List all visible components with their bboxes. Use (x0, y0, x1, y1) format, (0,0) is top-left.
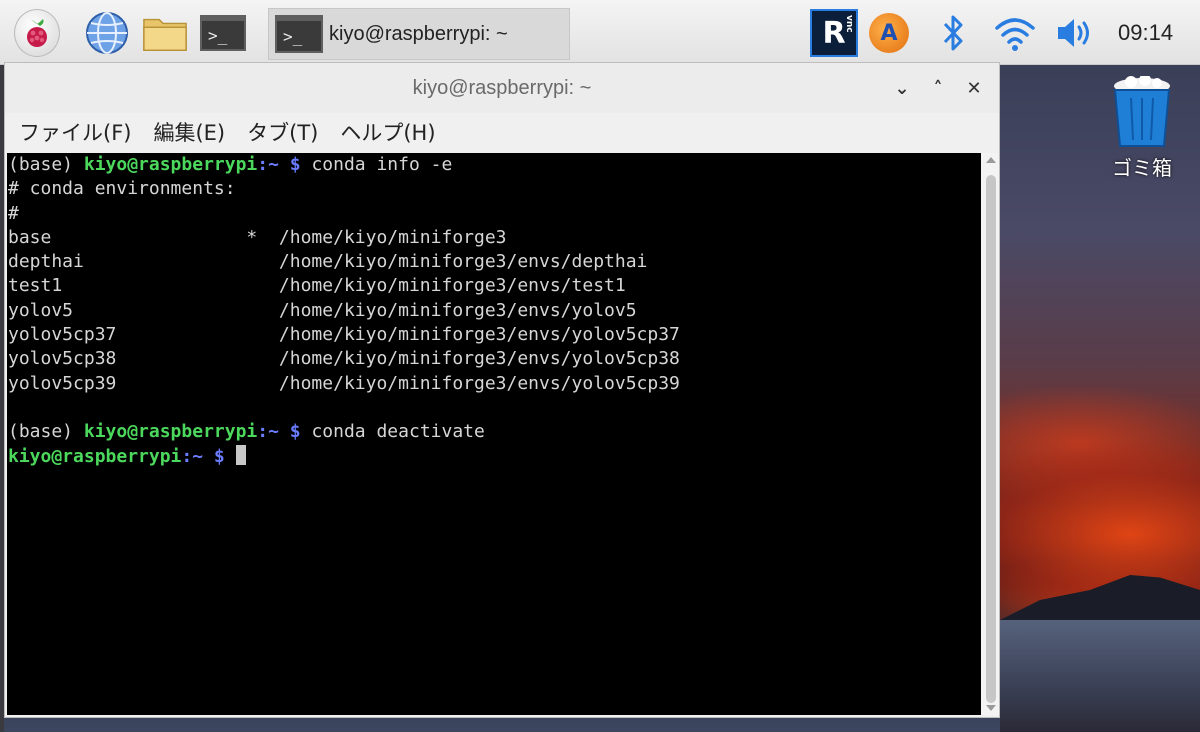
taskbar-window-terminal[interactable]: >_ kiyo@raspberrypi: ~ (268, 8, 570, 60)
menu-bar: ファイル(F) 編集(E) タブ(T) ヘルプ(H) (5, 113, 999, 151)
trash-icon (1113, 76, 1171, 147)
terminal-line-command: (base) kiyo@raspberrypi:~ $ conda info -… (7, 153, 981, 177)
vnc-tray-button[interactable]: R vnc (808, 9, 860, 57)
web-browser-launcher[interactable] (84, 10, 130, 56)
minimize-button[interactable]: ⌄ (891, 77, 913, 99)
volume-tray-button[interactable] (1052, 10, 1098, 56)
command-text: conda info -e (311, 154, 453, 175)
prompt-user-host: kiyo@raspberrypi (83, 154, 258, 175)
prompt-user-host: kiyo@raspberrypi (8, 445, 182, 467)
text-cursor (235, 444, 246, 465)
terminal-line: yolov5cp37 /home/kiyo/miniforge3/envs/yo… (8, 324, 680, 346)
bluetooth-tray-button[interactable] (934, 10, 974, 56)
updater-tray-button[interactable]: A (866, 10, 912, 56)
prompt-dollar: $ (278, 421, 312, 443)
wallpaper-sea (1000, 620, 1200, 732)
terminal-line-command: (base) kiyo@raspberrypi:~ $ conda deacti… (7, 420, 981, 444)
chevron-down-icon: ⌄ (894, 77, 910, 99)
terminal-icon: >_ (200, 15, 246, 51)
prompt-env: (base) (8, 421, 84, 443)
scroll-down-arrow-icon[interactable] (986, 705, 996, 711)
volume-icon (1058, 19, 1089, 47)
terminal-line: base * /home/kiyo/miniforge3 (8, 226, 507, 248)
folder-icon (143, 18, 187, 51)
menu-edit[interactable]: 編集(E) (153, 115, 225, 149)
menu-tabs[interactable]: タブ(T) (247, 115, 318, 149)
window-controls: ⌄ ˄ ✕ (891, 77, 985, 99)
terminal-window: kiyo@raspberrypi: ~ ⌄ ˄ ✕ ファイル(F) 編集(E) … (4, 62, 1000, 718)
file-manager-launcher[interactable] (142, 10, 188, 56)
globe-icon (86, 12, 128, 54)
menu-file[interactable]: ファイル(F) (19, 115, 131, 149)
trash-label: ゴミ箱 (1112, 156, 1172, 180)
window-titlebar[interactable]: kiyo@raspberrypi: ~ ⌄ ˄ ✕ (5, 63, 999, 113)
prompt-path: :~ (257, 421, 279, 443)
close-button[interactable]: ✕ (963, 77, 985, 99)
terminal-line-prompt: kiyo@raspberrypi:~ $ (7, 444, 981, 469)
terminal-line: # conda environments: (8, 178, 236, 200)
scrollbar-thumb[interactable] (986, 175, 996, 703)
taskbar-window-label: kiyo@raspberrypi: ~ (329, 22, 508, 45)
terminal-line: yolov5 /home/kiyo/miniforge3/envs/yolov5 (8, 299, 637, 321)
maximize-button[interactable]: ˄ (927, 77, 949, 99)
menu-help[interactable]: ヘルプ(H) (340, 115, 435, 149)
prompt-user-host: kiyo@raspberrypi (83, 421, 258, 443)
close-icon: ✕ (966, 77, 982, 99)
taskbar-clock[interactable]: 09:14 (1118, 20, 1173, 46)
command-text: conda deactivate (311, 421, 485, 443)
chevron-up-icon: ˄ (933, 77, 943, 99)
terminal-line: test1 /home/kiyo/miniforge3/envs/test1 (8, 275, 626, 297)
prompt-env: (base) (8, 154, 84, 175)
vnc-letter: R (822, 15, 846, 51)
prompt-dollar: $ (203, 445, 236, 467)
terminal-output[interactable]: (base) kiyo@raspberrypi:~ $ conda info -… (7, 153, 981, 715)
vnc-icon: R vnc (810, 9, 858, 57)
wifi-icon (995, 18, 1035, 51)
desktop-trash[interactable]: ゴミ箱 (1104, 76, 1180, 186)
vnc-small-label: vnc (844, 15, 854, 33)
terminal-icon: >_ (275, 15, 323, 53)
terminal-line: yolov5cp39 /home/kiyo/miniforge3/envs/yo… (8, 372, 680, 394)
scroll-up-arrow-icon[interactable] (986, 157, 996, 163)
raspberry-menu-button[interactable] (14, 9, 60, 57)
terminal-scrollbar[interactable] (981, 153, 999, 715)
terminal-line: depthai /home/kiyo/miniforge3/envs/depth… (8, 251, 648, 273)
bluetooth-icon (943, 15, 963, 51)
terminal-line: yolov5cp38 /home/kiyo/miniforge3/envs/yo… (8, 348, 680, 370)
terminal-launcher[interactable]: >_ (200, 10, 246, 56)
prompt-dollar: $ (278, 154, 312, 175)
raspberry-icon (14, 9, 60, 57)
terminal-line: # (8, 202, 19, 224)
updater-letter: A (880, 20, 898, 46)
prompt-path: :~ (181, 445, 204, 467)
updater-icon: A (869, 13, 909, 53)
wifi-tray-button[interactable] (992, 10, 1038, 56)
taskbar: >_ >_ kiyo@raspberrypi: ~ R vnc A 09:14 (0, 0, 1200, 65)
prompt-path: :~ (257, 154, 279, 175)
window-title: kiyo@raspberrypi: ~ (412, 76, 592, 99)
